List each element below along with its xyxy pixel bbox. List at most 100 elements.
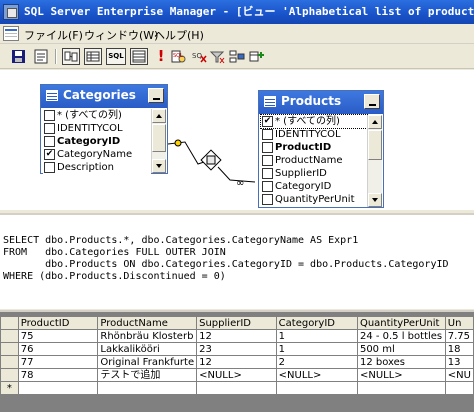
column-header[interactable]: Un [444, 316, 474, 330]
filter-icon[interactable] [208, 48, 226, 65]
app-icon[interactable] [3, 4, 19, 20]
column-checkbox[interactable] [44, 162, 55, 173]
table-cell[interactable]: 78 [17, 368, 99, 382]
table-cell[interactable]: 12 [196, 355, 277, 369]
column-checkbox[interactable] [262, 194, 273, 205]
table-cell[interactable]: <NU [444, 368, 474, 382]
scroll-down-icon[interactable] [368, 193, 382, 207]
results-table[interactable]: ProductID ProductName SupplierID Categor… [0, 316, 474, 395]
row-selector[interactable] [0, 368, 19, 382]
column-row[interactable]: * (すべての列) [43, 109, 151, 122]
table-cell[interactable]: テストで追加 [97, 368, 198, 382]
column-row[interactable]: ✔ * (すべての列) [260, 114, 368, 129]
run-icon[interactable]: ! [152, 48, 170, 65]
table-cell[interactable]: 76 [17, 342, 99, 356]
column-checkbox[interactable] [262, 155, 273, 166]
scroll-thumb[interactable] [368, 130, 382, 160]
table-cell[interactable]: 77 [17, 355, 99, 369]
save-icon[interactable] [10, 48, 28, 65]
minimize-button[interactable] [148, 88, 164, 103]
sql-text[interactable]: SELECT dbo.Products.*, dbo.Categories.Ca… [3, 235, 449, 283]
table-cell[interactable]: 1 [275, 329, 358, 343]
column-header[interactable]: ProductName [97, 316, 198, 330]
column-checkbox[interactable] [262, 181, 273, 192]
table-cell[interactable]: 12 boxes [356, 355, 446, 369]
table-cell[interactable] [356, 381, 446, 395]
column-header[interactable]: CategoryID [275, 316, 358, 330]
column-checkbox[interactable] [44, 136, 55, 147]
column-checkbox[interactable] [262, 168, 273, 179]
table-cell[interactable]: 75 [17, 329, 99, 343]
column-row[interactable]: CategoryID [43, 135, 151, 148]
row-selector[interactable] [0, 329, 19, 343]
row-header-corner[interactable] [0, 316, 19, 330]
join-connector[interactable]: ∞ [160, 122, 270, 197]
table-cell[interactable]: <NULL> [356, 368, 446, 382]
table-cell[interactable] [97, 381, 198, 395]
row-selector[interactable] [0, 355, 19, 369]
column-checkbox[interactable] [262, 142, 273, 153]
table-cell[interactable]: <NULL> [275, 368, 358, 382]
results-pane-icon[interactable] [130, 48, 148, 65]
column-row[interactable]: IDENTITYCOL [261, 128, 367, 141]
vertical-scrollbar[interactable] [367, 115, 382, 207]
column-row[interactable]: SupplierID [261, 167, 367, 180]
title-bar[interactable]: SQL Server Enterprise Manager - [ビュー 'Al… [0, 0, 474, 24]
table-row[interactable]: 77 Original Frankfurte 12 2 12 boxes 13 [0, 355, 474, 369]
scroll-thumb[interactable] [152, 124, 166, 152]
row-selector[interactable] [0, 342, 19, 356]
scroll-up-icon[interactable] [368, 115, 382, 129]
column-row[interactable]: CategoryID [261, 180, 367, 193]
table-cell[interactable] [275, 381, 358, 395]
column-row[interactable]: ProductID [261, 141, 367, 154]
menu-help[interactable]: ヘルプ(H) [154, 27, 204, 43]
results-grid-pane[interactable]: ProductID ProductName SupplierID Categor… [0, 310, 474, 412]
column-row[interactable]: Description [43, 161, 151, 174]
add-table-icon[interactable] [248, 48, 266, 65]
column-row[interactable]: IDENTITYCOL [43, 122, 151, 135]
table-cell[interactable]: 500 ml [356, 342, 446, 356]
menu-window[interactable]: ウィンドウ(W) [84, 27, 158, 43]
table-cell[interactable]: 24 - 0.5 l bottles [356, 329, 446, 343]
table-cell[interactable]: 7.75 [444, 329, 474, 343]
categories-table-header[interactable]: Categories [41, 85, 167, 108]
scroll-up-icon[interactable] [152, 109, 166, 123]
products-table-window[interactable]: Products ✔ * (すべての列) IDENTITYCOL ProductI… [258, 90, 384, 208]
column-row[interactable]: ProductName [261, 154, 367, 167]
categories-table-window[interactable]: Categories * (すべての列) IDENTITYCOL Categor… [40, 84, 168, 174]
document-icon[interactable] [3, 26, 19, 41]
column-header[interactable]: ProductID [17, 316, 99, 330]
verify-sql-icon[interactable]: SQL [170, 48, 188, 65]
table-row[interactable]: 75 Rhönbräu Klosterb 12 1 24 - 0.5 l bot… [0, 329, 474, 343]
scroll-down-icon[interactable] [152, 159, 166, 173]
table-cell[interactable]: Rhönbräu Klosterb [97, 329, 198, 343]
table-cell[interactable] [444, 381, 474, 395]
remove-filter-icon[interactable]: SQ [190, 48, 208, 65]
diagram-pane[interactable]: ∞ Categories * (すべての列) IDENTITYCOL Categ… [0, 70, 474, 210]
column-header[interactable]: SupplierID [196, 316, 277, 330]
table-row[interactable]: 78 テストで追加 <NULL> <NULL> <NULL> <NU [0, 368, 474, 382]
group-by-icon[interactable] [228, 48, 246, 65]
table-cell[interactable]: 12 [196, 329, 277, 343]
table-cell[interactable]: 13 [444, 355, 474, 369]
diagram-pane-icon[interactable] [62, 48, 80, 65]
sql-pane-icon[interactable]: SQL [106, 48, 126, 65]
column-checkbox[interactable]: ✔ [262, 116, 273, 127]
column-header[interactable]: QuantityPerUnit [356, 316, 446, 330]
table-cell[interactable] [196, 381, 277, 395]
sql-pane[interactable]: SELECT dbo.Products.*, dbo.Categories.Ca… [0, 213, 474, 309]
new-row-marker[interactable]: * [0, 381, 19, 395]
new-row[interactable]: * [0, 381, 474, 395]
minimize-button[interactable] [364, 94, 380, 109]
column-row[interactable]: ✔ CategoryName [43, 148, 151, 161]
menu-file[interactable]: ファイル(F) [24, 27, 83, 43]
products-table-header[interactable]: Products [259, 91, 383, 114]
table-cell[interactable]: 2 [275, 355, 358, 369]
column-checkbox[interactable] [44, 110, 55, 121]
column-checkbox[interactable] [262, 129, 273, 140]
column-row[interactable]: QuantityPerUnit [261, 193, 367, 206]
grid-pane-icon[interactable] [84, 48, 102, 65]
table-cell[interactable]: 23 [196, 342, 277, 356]
table-cell[interactable] [17, 381, 99, 395]
table-row[interactable]: 76 Lakkalikööri 23 1 500 ml 18 [0, 342, 474, 356]
